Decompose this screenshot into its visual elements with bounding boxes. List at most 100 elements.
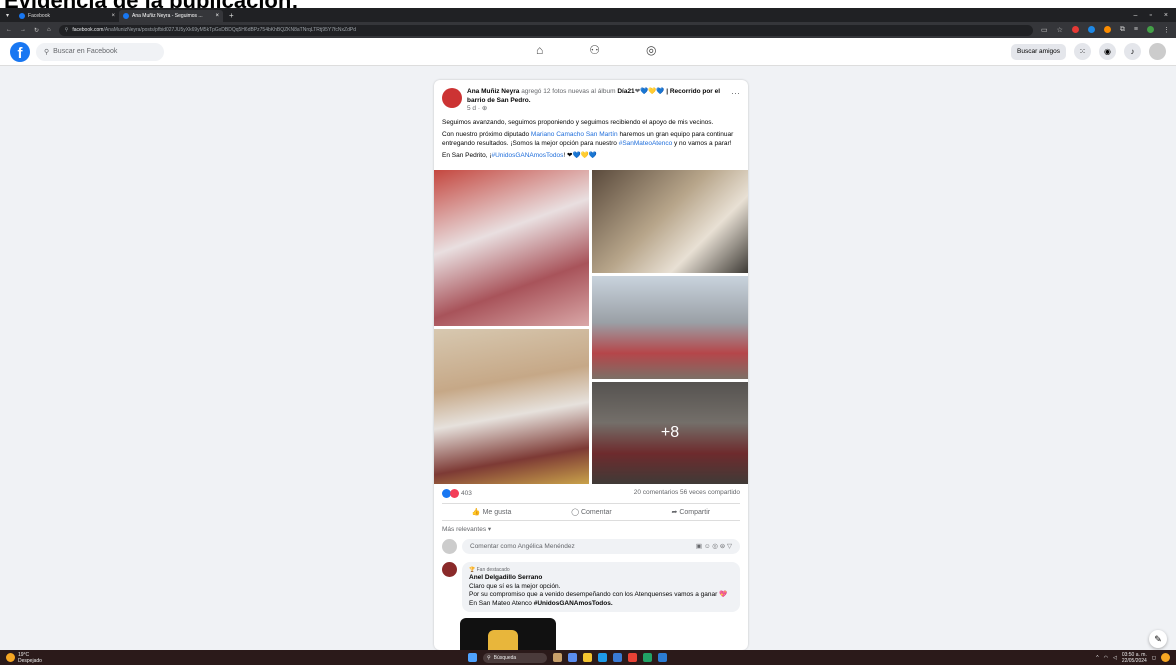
comment-input[interactable]: Comentar como Angélica Menéndez ▣ ☺ ◎ ⊜ … <box>462 538 740 554</box>
weather-sun-icon <box>6 653 15 662</box>
comments-shares-count[interactable]: 20 comentarios 56 veces compartido <box>634 489 740 498</box>
facebook-favicon-icon <box>19 13 26 19</box>
task-view-icon[interactable] <box>568 653 577 662</box>
post-time[interactable]: 5 d · <box>467 105 482 112</box>
profile-icon[interactable] <box>1147 26 1154 33</box>
groups-nav-icon[interactable]: ◎ <box>646 43 656 57</box>
find-friends-button[interactable]: Buscar amigos <box>1011 43 1066 60</box>
notification-icon[interactable]: ◻ <box>1152 655 1156 661</box>
public-globe-icon: ⊕ <box>481 105 488 112</box>
taskbar-search[interactable]: ⚲ Búsqueda <box>483 652 547 663</box>
volume-icon[interactable]: ◁ <box>1113 655 1117 661</box>
wifi-icon[interactable]: ◠ <box>1104 655 1108 661</box>
home-icon[interactable]: ⌂ <box>47 27 51 33</box>
notifications-bell-icon[interactable]: ♪ <box>1124 43 1141 60</box>
copilot-icon[interactable] <box>1161 653 1170 662</box>
browser-menu-icon[interactable]: ⋮ <box>1163 26 1170 34</box>
search-icon: ⚲ <box>487 654 491 661</box>
photo-5[interactable]: +8 <box>592 381 748 484</box>
comment-sort-dropdown[interactable]: Más relevantes ▾ <box>434 521 748 537</box>
photo-grid: +8 <box>434 169 748 484</box>
system-tray: ^ ◠ ◁ 03:50 a. m. 22/05/2024 ◻ <box>1096 652 1176 664</box>
tray-chevron-icon[interactable]: ^ <box>1096 655 1098 661</box>
friends-nav-icon[interactable]: ⚇ <box>589 43 600 57</box>
back-icon[interactable]: ← <box>6 27 12 33</box>
tab-facebook[interactable]: Facebook × <box>15 10 119 22</box>
weather-widget[interactable]: 19°C Despejado <box>0 652 160 664</box>
comment-sticker-image[interactable] <box>460 618 556 650</box>
close-window-icon[interactable]: × <box>1164 12 1168 19</box>
app-green-icon[interactable] <box>643 653 652 662</box>
store-icon[interactable] <box>613 653 622 662</box>
address-bar: ← → ↻ ⌂ ⚲ facebook.com/AnaMunizNeyra/pos… <box>0 22 1176 38</box>
post-action: agregó 12 fotos nuevas al álbum <box>521 88 616 95</box>
comment-line: Claro que sí es la mejor opción. <box>469 582 561 590</box>
facebook-topbar: f ⚲ Buscar en Facebook ⌂ ⚇ ◎ Buscar amig… <box>0 38 1176 66</box>
photo-2[interactable] <box>592 169 748 273</box>
photo-1[interactable] <box>434 169 589 326</box>
url-field[interactable]: ⚲ facebook.com/AnaMunizNeyra/posts/pfbid… <box>58 24 1033 36</box>
comment-author[interactable]: Anel Delgadillo Serrano <box>469 574 542 581</box>
photo-3[interactable] <box>592 275 748 379</box>
comment-tools-icons[interactable]: ▣ ☺ ◎ ⊜ ▽ <box>696 542 732 550</box>
share-arrow-icon: ➦ <box>671 508 678 516</box>
author-avatar[interactable] <box>442 88 462 108</box>
top-fan-badge: 🏆 Fan destacado <box>469 566 510 573</box>
photo-4[interactable] <box>434 328 589 484</box>
app-blue-icon[interactable] <box>658 653 667 662</box>
tab-post[interactable]: Ana Muñiz Neyra - Seguimos ... × <box>119 10 224 22</box>
url-domain: facebook.com <box>72 27 104 33</box>
share-button[interactable]: ➦ Compartir <box>672 508 711 516</box>
album-name[interactable]: Día21 <box>617 88 634 95</box>
site-info-icon[interactable]: ⚲ <box>65 27 69 33</box>
messenger-icon[interactable]: ◉ <box>1099 43 1116 60</box>
tab-label: Ana Muñiz Neyra - Seguimos ... <box>132 13 203 19</box>
forward-icon[interactable]: → <box>20 27 26 33</box>
windows-start-icon[interactable] <box>468 653 477 662</box>
edge-icon[interactable] <box>598 653 607 662</box>
extension-orange-icon[interactable] <box>1103 26 1111 33</box>
tab-menu-icon[interactable]: ▾ <box>0 12 15 19</box>
browser-window: ▾ Facebook × Ana Muñiz Neyra - Seguimos … <box>0 8 1176 650</box>
facebook-logo-icon[interactable]: f <box>10 41 30 62</box>
comment-bubble-icon: ◯ <box>571 508 580 516</box>
facebook-favicon-icon <box>123 13 130 19</box>
windows-taskbar: 19°C Despejado ⚲ Búsqueda ^ ◠ ◁ 03:50 a. m… <box>0 650 1176 665</box>
post-actions: 👍 Me gusta ◯ Comentar ➦ Compartir <box>442 502 740 521</box>
commenter-avatar <box>442 538 457 554</box>
author-name[interactable]: Ana Muñiz Neyra <box>467 88 519 95</box>
reading-list-icon[interactable]: ≡ <box>1134 26 1138 34</box>
reload-icon[interactable]: ↻ <box>34 27 39 34</box>
commenter-avatar[interactable] <box>442 561 457 577</box>
minimize-icon[interactable]: – <box>1134 12 1138 19</box>
extension-blue-icon[interactable] <box>1087 26 1095 33</box>
cast-icon[interactable]: ▭ <box>1041 26 1048 34</box>
mention-link[interactable]: Mariano Camacho San Martín <box>531 131 618 138</box>
new-tab-icon[interactable]: + <box>223 11 240 20</box>
clock[interactable]: 03:50 a. m. 22/05/2024 <box>1122 652 1147 664</box>
comment-button[interactable]: ◯ Comentar <box>571 508 612 516</box>
extension-red-icon[interactable] <box>1071 26 1079 33</box>
extensions-puzzle-icon[interactable]: ⧉ <box>1120 26 1125 34</box>
reactions[interactable]: 403 <box>442 488 472 498</box>
text-span: y no vamos a parar! <box>674 139 732 147</box>
home-nav-icon[interactable]: ⌂ <box>536 43 543 57</box>
account-avatar[interactable] <box>1149 43 1166 60</box>
text-span: En San Mateo Atenco <box>469 599 532 607</box>
menu-grid-icon[interactable]: ⁙ <box>1074 43 1091 60</box>
reactions-count: 403 <box>461 489 472 497</box>
hashtag-link[interactable]: #UnidosGANAmosTodos <box>492 152 564 159</box>
widgets-icon[interactable] <box>553 653 562 662</box>
maximize-icon[interactable]: ▫ <box>1149 12 1151 19</box>
more-photos-overlay[interactable]: +8 <box>592 381 748 484</box>
close-tab-icon[interactable]: × <box>216 13 220 19</box>
bookmark-star-icon[interactable]: ☆ <box>1057 26 1063 34</box>
post-options-icon[interactable]: ··· <box>731 88 740 114</box>
chrome-icon[interactable] <box>628 653 637 662</box>
facebook-search-input[interactable]: ⚲ Buscar en Facebook <box>36 42 164 61</box>
hashtag-link[interactable]: #SanMateoAtenco <box>619 140 672 147</box>
like-button[interactable]: 👍 Me gusta <box>472 508 511 516</box>
file-explorer-icon[interactable] <box>583 653 592 662</box>
close-tab-icon[interactable]: × <box>112 13 116 19</box>
new-message-icon[interactable]: ✎ <box>1149 630 1167 648</box>
